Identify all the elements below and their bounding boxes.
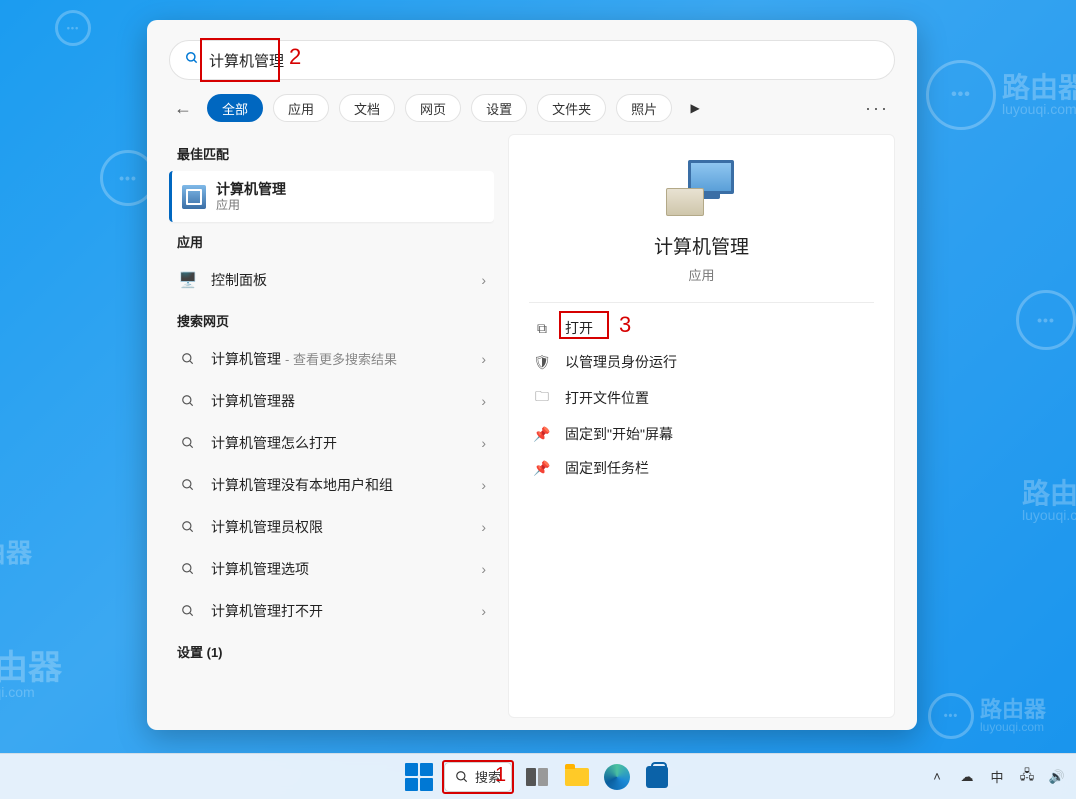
web-result[interactable]: 计算机管理没有本地用户和组 › [169, 464, 494, 506]
search-flyout: 2 ← 全部 应用 文档 网页 设置 文件夹 照片 ▶ ··· 最佳匹配 计算机… [147, 20, 917, 730]
chevron-right-icon: › [481, 393, 486, 409]
open-icon: ⧉ [533, 320, 551, 337]
section-web: 搜索网页 [169, 301, 494, 338]
search-icon [177, 558, 199, 580]
filter-folders[interactable]: 文件夹 [537, 94, 606, 122]
best-match-title: 计算机管理 [216, 181, 286, 198]
divider [529, 302, 874, 303]
filter-row: ← 全部 应用 文档 网页 设置 文件夹 照片 ▶ ··· [169, 94, 895, 122]
filter-more[interactable]: ▶ [682, 101, 708, 115]
network-icon[interactable]: 🖧 [1016, 766, 1038, 788]
results-list: 最佳匹配 计算机管理 应用 应用 🖥️ 控制面板 › 搜索网页 计算机管理- 查… [169, 134, 494, 718]
annotation-number-3: 3 [619, 312, 631, 338]
folder-icon: 🗀 [533, 386, 551, 410]
section-best-match: 最佳匹配 [169, 134, 494, 171]
search-icon [177, 390, 199, 412]
pin-icon: 📌 [533, 460, 551, 477]
filter-settings[interactable]: 设置 [471, 94, 527, 122]
volume-icon[interactable]: 🔊 [1046, 769, 1068, 785]
preview-pane: 计算机管理 应用 ⧉ 打开 3 🛡 以管理员身份运行 🗀 打开文件位置 📌 固定… [508, 134, 895, 718]
best-match-sub: 应用 [216, 198, 286, 212]
result-control-panel[interactable]: 🖥️ 控制面板 › [169, 259, 494, 301]
search-bar[interactable] [169, 40, 895, 80]
task-view-button[interactable] [522, 762, 552, 792]
preview-sub: 应用 [688, 265, 714, 284]
start-button[interactable] [404, 762, 434, 792]
section-apps: 应用 [169, 222, 494, 259]
chevron-right-icon: › [481, 477, 486, 493]
onedrive-icon[interactable]: ☁ [956, 769, 978, 785]
store-button[interactable] [642, 762, 672, 792]
web-result[interactable]: 计算机管理器 › [169, 380, 494, 422]
control-panel-icon: 🖥️ [177, 269, 199, 291]
section-settings: 设置 (1) [169, 632, 494, 669]
ime-indicator[interactable]: 中 [986, 767, 1008, 786]
shield-icon: 🛡 [533, 354, 551, 371]
chevron-right-icon: › [481, 272, 486, 288]
search-icon [177, 432, 199, 454]
computer-management-large-icon [666, 160, 738, 216]
annotation-number-2: 2 [289, 44, 301, 70]
action-pin-taskbar[interactable]: 📌 固定到任务栏 [529, 451, 874, 485]
chevron-right-icon: › [481, 435, 486, 451]
filter-all[interactable]: 全部 [207, 94, 263, 122]
search-icon [177, 348, 199, 370]
system-tray: ˄ ☁ 中 🖧 🔊 [926, 766, 1068, 788]
chevron-right-icon: › [481, 603, 486, 619]
web-result[interactable]: 计算机管理- 查看更多搜索结果 › [169, 338, 494, 380]
best-match-item[interactable]: 计算机管理 应用 [169, 171, 494, 222]
web-result[interactable]: 计算机管理怎么打开 › [169, 422, 494, 464]
search-icon [177, 474, 199, 496]
search-icon [177, 600, 199, 622]
chevron-right-icon: › [481, 561, 486, 577]
back-button[interactable]: ← [169, 98, 197, 119]
computer-management-icon [182, 185, 206, 209]
pin-icon: 📌 [533, 426, 551, 443]
filter-web[interactable]: 网页 [405, 94, 461, 122]
search-input[interactable] [209, 52, 879, 69]
more-options-button[interactable]: ··· [859, 98, 895, 119]
taskbar: 搜索 1 ˄ ☁ 中 🖧 🔊 [0, 753, 1076, 799]
action-run-as-admin[interactable]: 🛡 以管理员身份运行 [529, 345, 874, 379]
search-icon [185, 51, 199, 70]
web-result[interactable]: 计算机管理选项 › [169, 548, 494, 590]
filter-docs[interactable]: 文档 [339, 94, 395, 122]
annotation-number-1: 1 [495, 764, 506, 787]
search-icon [177, 516, 199, 538]
action-open-file-location[interactable]: 🗀 打开文件位置 [529, 379, 874, 417]
filter-apps[interactable]: 应用 [273, 94, 329, 122]
action-pin-start[interactable]: 📌 固定到"开始"屏幕 [529, 417, 874, 451]
web-result[interactable]: 计算机管理员权限 › [169, 506, 494, 548]
tray-overflow-button[interactable]: ˄ [926, 769, 948, 784]
chevron-right-icon: › [481, 351, 486, 367]
filter-photos[interactable]: 照片 [616, 94, 672, 122]
web-result[interactable]: 计算机管理打不开 › [169, 590, 494, 632]
chevron-right-icon: › [481, 519, 486, 535]
file-explorer-button[interactable] [562, 762, 592, 792]
preview-title: 计算机管理 [654, 232, 749, 259]
action-open[interactable]: ⧉ 打开 3 [529, 311, 874, 345]
edge-button[interactable] [602, 762, 632, 792]
